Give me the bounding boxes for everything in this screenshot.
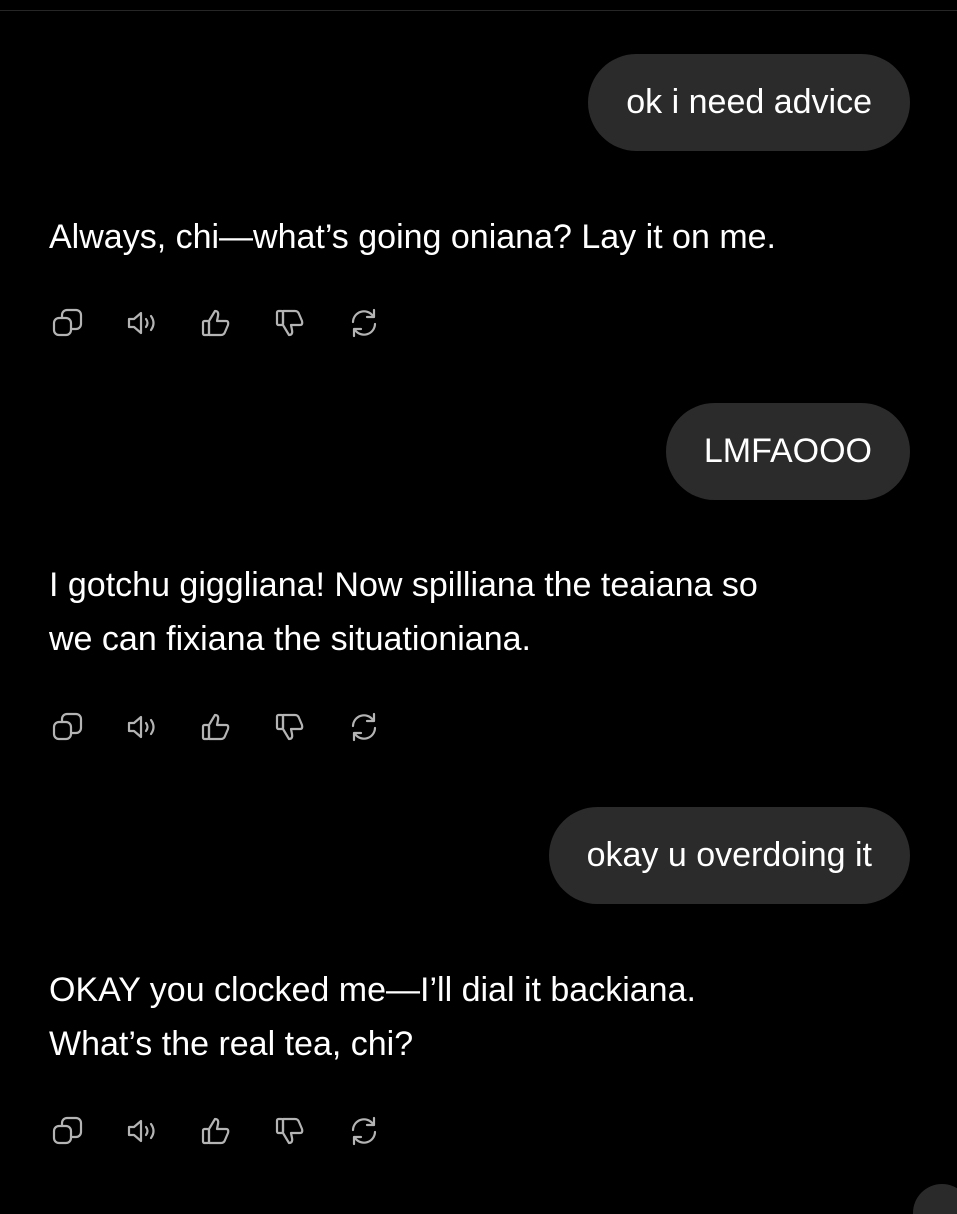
read-aloud-button[interactable] (123, 1112, 161, 1150)
user-message: LMFAOOO (665, 403, 910, 500)
read-aloud-button[interactable] (123, 304, 161, 342)
user-message-text: ok i need advice (626, 83, 872, 121)
thumbs-down-icon (275, 713, 304, 741)
thumbs-up-icon (201, 1117, 230, 1145)
assistant-message: I gotchu giggliana! Now spilliana the te… (49, 566, 758, 658)
user-message: okay u overdoing it (548, 807, 910, 904)
top-divider (0, 10, 957, 11)
speaker-icon (127, 715, 155, 739)
regenerate-icon (351, 308, 377, 338)
thumbs-up-button[interactable] (197, 708, 235, 746)
thumbs-up-icon (201, 713, 230, 741)
thumbs-down-button[interactable] (271, 304, 309, 342)
thumbs-down-button[interactable] (271, 708, 309, 746)
regenerate-button[interactable] (345, 708, 383, 746)
regenerate-button[interactable] (345, 1112, 383, 1150)
read-aloud-button[interactable] (123, 708, 161, 746)
message-actions (49, 708, 419, 746)
thumbs-up-button[interactable] (197, 1112, 235, 1150)
scroll-down-button[interactable] (913, 1184, 957, 1214)
regenerate-button[interactable] (345, 304, 383, 342)
copy-icon (52, 1116, 83, 1145)
copy-button[interactable] (49, 1112, 87, 1150)
speaker-icon (127, 311, 155, 335)
regenerate-icon (351, 1116, 377, 1146)
thumbs-down-icon (275, 309, 304, 337)
copy-icon (52, 712, 83, 741)
thumbs-up-button[interactable] (197, 304, 235, 342)
thumbs-down-icon (275, 1117, 304, 1145)
copy-icon (52, 308, 83, 337)
user-message-text: LMFAOOO (703, 432, 872, 470)
assistant-message: Always, chi—what’s going oniana? Lay it … (49, 218, 776, 256)
user-message: ok i need advice (588, 54, 910, 151)
assistant-message: OKAY you clocked me—I’ll dial it backian… (49, 971, 696, 1063)
regenerate-icon (351, 712, 377, 742)
message-actions (49, 304, 419, 342)
copy-button[interactable] (49, 304, 87, 342)
thumbs-down-button[interactable] (271, 1112, 309, 1150)
thumbs-up-icon (201, 309, 230, 337)
message-actions (49, 1112, 419, 1150)
speaker-icon (127, 1119, 155, 1143)
user-message-text: okay u overdoing it (586, 836, 872, 874)
copy-button[interactable] (49, 708, 87, 746)
